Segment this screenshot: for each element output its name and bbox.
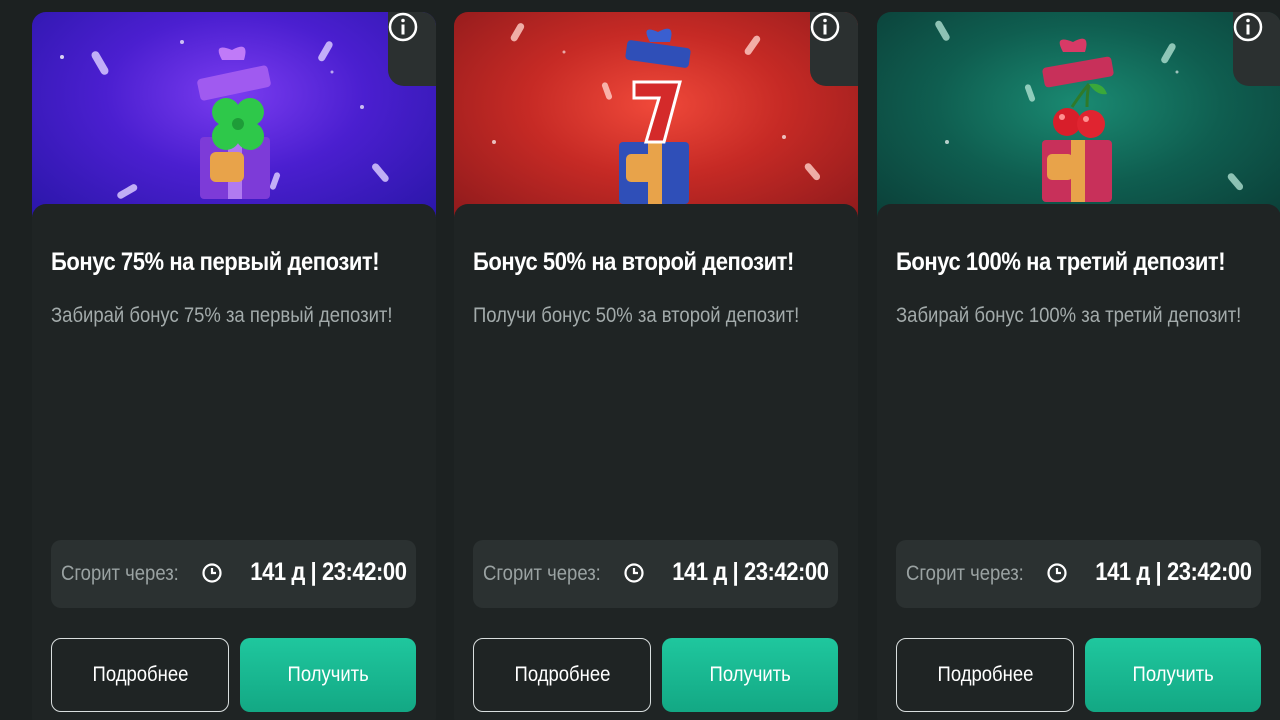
bonus-description: Забирай бонус 75% за первый депозит!	[51, 304, 393, 327]
gift-box-clover-icon	[60, 40, 389, 199]
expiry-label: Сгорит через:	[61, 562, 179, 585]
bonus-banner	[32, 12, 436, 217]
expiry-timer: Сгорит через: 141 д | 23:42:00	[51, 540, 416, 608]
details-button-label: Подробнее	[937, 663, 1033, 686]
expiry-value-group: 141 д | 23:42:00	[1046, 558, 1252, 587]
info-button[interactable]	[810, 12, 858, 86]
details-button-label: Подробнее	[92, 663, 188, 686]
claim-button-label: Получить	[287, 663, 369, 686]
expiry-value-group: 141 д | 23:42:00	[623, 558, 829, 587]
bonus-title: Бонус 75% на первый депозит!	[51, 248, 380, 276]
bonus-description: Забирай бонус 100% за третий депозит!	[896, 304, 1242, 327]
details-button[interactable]: Подробнее	[51, 638, 229, 712]
claim-button[interactable]: Получить	[240, 638, 416, 712]
details-button-label: Подробнее	[514, 663, 610, 686]
bonus-card-second-deposit: Бонус 50% на второй депозит! Получи бону…	[454, 12, 858, 720]
claim-button[interactable]: Получить	[1085, 638, 1261, 712]
info-icon	[388, 12, 418, 42]
card-body: Бонус 100% на третий депозит! Забирай бо…	[877, 204, 1280, 720]
bonus-banner	[454, 12, 858, 217]
claim-button-label: Получить	[1132, 663, 1214, 686]
bonus-description: Получи бонус 50% за второй депозит!	[473, 304, 800, 327]
details-button[interactable]: Подробнее	[896, 638, 1074, 712]
clock-icon	[201, 562, 222, 583]
bonus-card-first-deposit: Бонус 75% на первый депозит! Забирай бон…	[32, 12, 436, 720]
bonus-title: Бонус 100% на третий депозит!	[896, 248, 1226, 276]
expiry-timer: Сгорит через: 141 д | 23:42:00	[473, 540, 838, 608]
gift-box-seven-icon	[492, 23, 821, 204]
claim-button-label: Получить	[709, 663, 791, 686]
expiry-value: 141 д | 23:42:00	[1094, 558, 1252, 586]
info-icon	[1233, 12, 1263, 42]
details-button[interactable]: Подробнее	[473, 638, 651, 712]
info-button[interactable]	[1233, 12, 1280, 86]
expiry-value-group: 141 д | 23:42:00	[201, 558, 407, 587]
expiry-label: Сгорит через:	[483, 562, 601, 585]
gift-box-cherries-icon	[935, 20, 1244, 202]
info-button[interactable]	[388, 12, 436, 86]
clock-icon	[1046, 562, 1067, 583]
expiry-label: Сгорит через:	[906, 562, 1024, 585]
bonus-card-third-deposit: Бонус 100% на третий депозит! Забирай бо…	[877, 12, 1280, 720]
expiry-value: 141 д | 23:42:00	[249, 558, 407, 586]
card-body: Бонус 75% на первый депозит! Забирай бон…	[32, 204, 436, 720]
bonus-title: Бонус 50% на второй депозит!	[473, 248, 794, 276]
clock-icon	[623, 562, 644, 583]
info-icon	[810, 12, 840, 42]
expiry-value: 141 д | 23:42:00	[671, 558, 829, 586]
card-body: Бонус 50% на второй депозит! Получи бону…	[454, 204, 858, 720]
bonus-banner	[877, 12, 1280, 217]
expiry-timer: Сгорит через: 141 д | 23:42:00	[896, 540, 1261, 608]
claim-button[interactable]: Получить	[662, 638, 838, 712]
